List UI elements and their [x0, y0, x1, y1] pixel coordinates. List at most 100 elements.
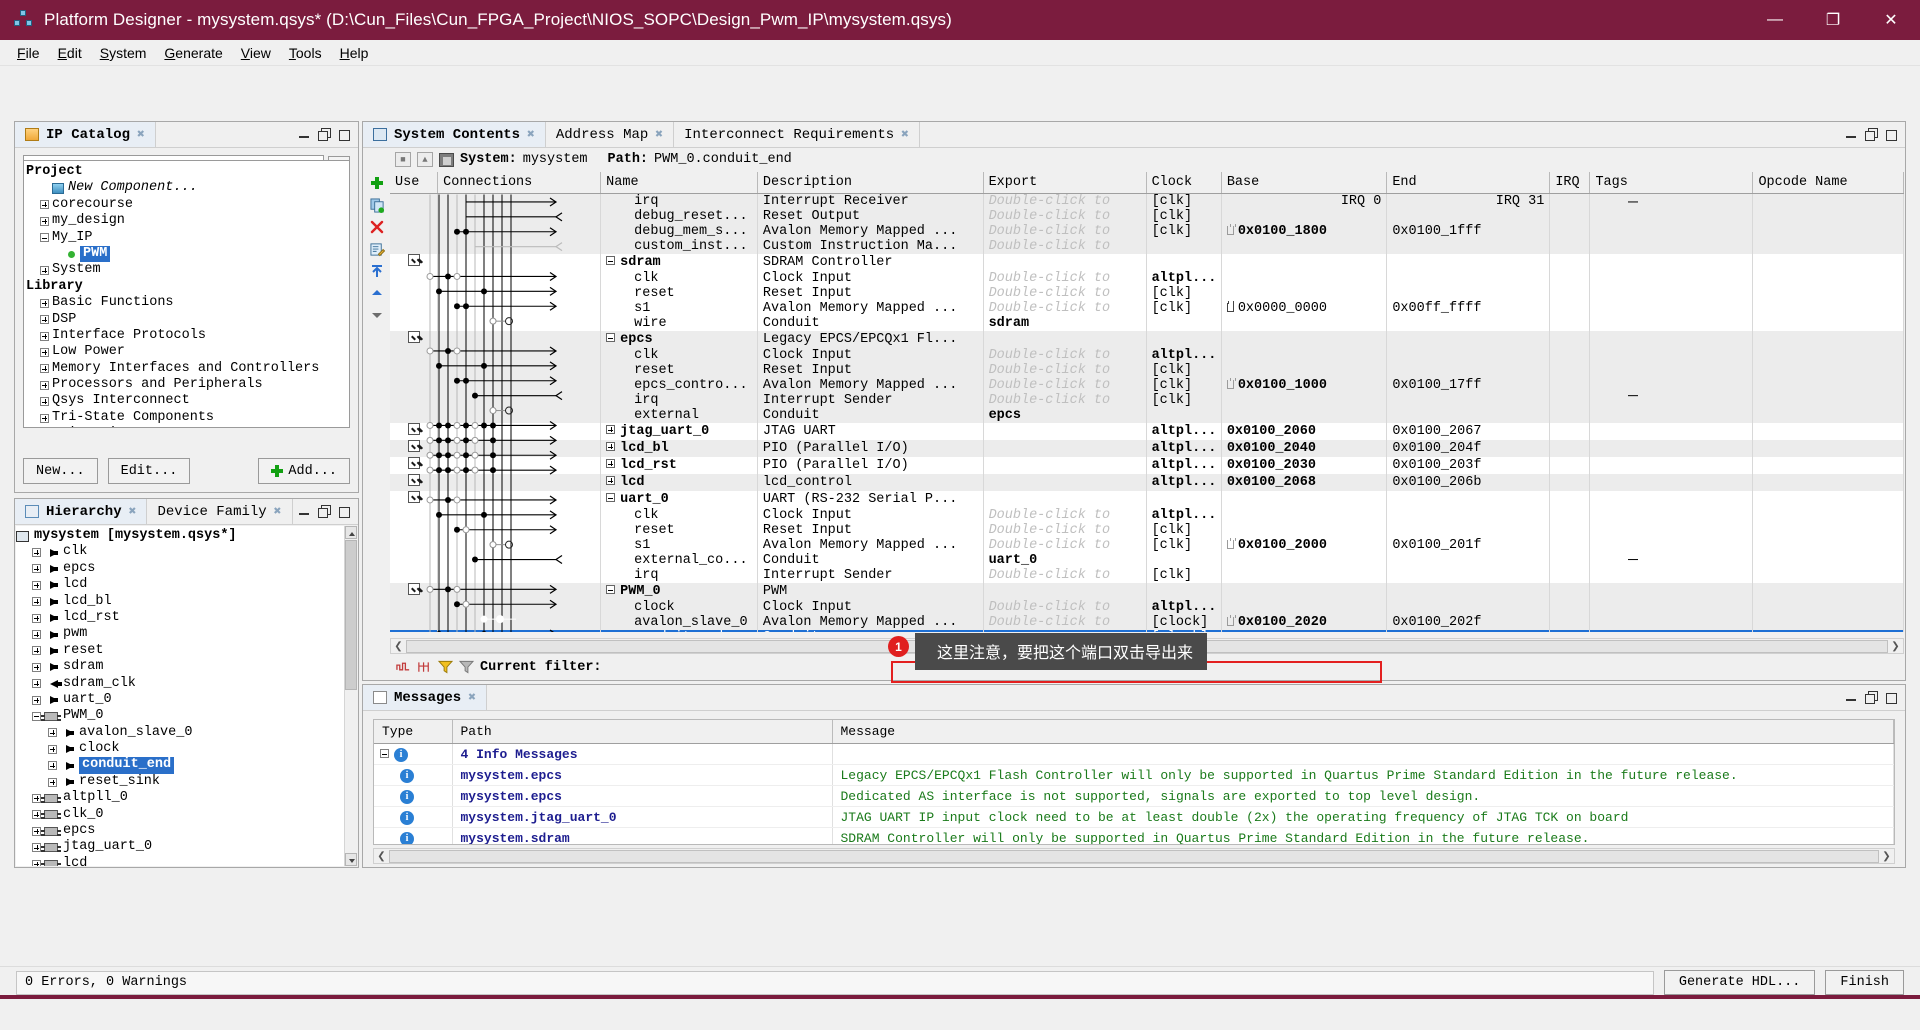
connections-cell[interactable]: [437, 271, 602, 286]
export-cell[interactable]: Double-click to: [983, 615, 1147, 630]
tags-cell[interactable]: [1589, 523, 1754, 538]
hierarchy-vertical-scrollbar[interactable]: [344, 526, 357, 866]
ip-catalog-item-processors-and-peripherals[interactable]: Processors and Peripherals: [26, 377, 347, 393]
connections-cell[interactable]: [437, 239, 602, 254]
irq-cell[interactable]: [1549, 553, 1591, 568]
name-cell[interactable]: lcd_bl: [600, 440, 758, 457]
tags-cell[interactable]: [1589, 348, 1754, 363]
name-cell[interactable]: debug_reset...: [600, 209, 758, 224]
clock-cell[interactable]: altpl...: [1146, 474, 1222, 491]
clock-cell[interactable]: [clk]: [1146, 193, 1222, 209]
tab-device-family[interactable]: Device Family ✖: [147, 499, 293, 524]
hierarchy-item-epcs[interactable]: epcs: [16, 561, 344, 577]
hierarchy-item-jtag-uart-0[interactable]: jtag_uart_0: [16, 839, 344, 855]
irq-cell[interactable]: [1549, 363, 1591, 378]
opcode-name-cell[interactable]: [1752, 474, 1904, 491]
export-cell[interactable]: Double-click to: [983, 193, 1147, 209]
maximize-panel-icon[interactable]: [338, 128, 351, 141]
name-cell[interactable]: epcs: [600, 331, 758, 348]
export-cell[interactable]: sdram: [983, 316, 1147, 331]
tags-cell[interactable]: [1589, 316, 1754, 331]
clock-cell[interactable]: altpl...: [1146, 348, 1222, 363]
scroll-left-icon[interactable]: ❮: [374, 849, 389, 863]
message-row[interactable]: i mysystem.sdram SDRAM Controller will onl…: [374, 827, 1894, 844]
hierarchy-item-mysystem-mysystem-qsys[interactable]: mysystem [mysystem.qsys*]: [16, 528, 344, 544]
irq-cell[interactable]: [1549, 615, 1591, 630]
expand-icon[interactable]: [606, 442, 616, 451]
add-component-icon[interactable]: [364, 172, 390, 194]
message-type-cell[interactable]: i: [374, 827, 453, 844]
use-checkbox[interactable]: [407, 331, 420, 343]
expand-icon[interactable]: [606, 476, 616, 485]
irq-cell[interactable]: [1549, 316, 1591, 331]
column-header-irq[interactable]: IRQ: [1549, 172, 1591, 194]
messages-column-path[interactable]: Path: [452, 720, 833, 744]
use-checkbox[interactable]: [407, 457, 420, 469]
close-icon[interactable]: ✖: [468, 690, 476, 705]
table-row[interactable]: irq Interrupt Sender Double-click to [clk]: [390, 393, 1904, 408]
minimize-panel-icon[interactable]: [298, 505, 311, 518]
restore-panel-icon[interactable]: [1865, 691, 1878, 704]
expand-icon[interactable]: [32, 679, 41, 689]
ip-catalog-item-library[interactable]: Library: [26, 279, 347, 295]
use-checkbox[interactable]: [407, 254, 420, 266]
expand-icon[interactable]: [32, 564, 41, 574]
menu-item-view[interactable]: View: [232, 43, 280, 63]
ip-catalog-item-my-ip[interactable]: My_IP: [26, 230, 347, 246]
tags-cell[interactable]: [1589, 440, 1754, 457]
opcode-name-cell[interactable]: [1752, 491, 1904, 508]
tab-address-map[interactable]: Address Map ✖: [546, 122, 675, 147]
connections-cell[interactable]: [437, 474, 602, 491]
clock-cell[interactable]: altpl...: [1146, 271, 1222, 286]
table-row[interactable]: wire Conduit sdram: [390, 316, 1904, 331]
tags-cell[interactable]: [1589, 423, 1754, 440]
tags-cell[interactable]: [1589, 474, 1754, 491]
use-cell[interactable]: [390, 408, 439, 423]
hierarchy-item-conduit-end[interactable]: conduit_end: [16, 757, 344, 774]
close-icon[interactable]: ✖: [137, 127, 145, 142]
use-cell[interactable]: [390, 254, 439, 271]
remove-component-icon[interactable]: [364, 216, 390, 238]
name-cell[interactable]: uart_0: [600, 491, 758, 508]
collapse-all-button[interactable]: ■: [395, 152, 411, 167]
tags-cell[interactable]: [1589, 209, 1754, 224]
base-cell[interactable]: [1221, 630, 1388, 632]
hierarchy-item-lcd-bl[interactable]: lcd_bl: [16, 594, 344, 610]
clock-cell[interactable]: [clk]: [1146, 568, 1222, 583]
connections-cell[interactable]: [437, 457, 602, 474]
name-cell[interactable]: clk: [600, 348, 758, 363]
edit-component-icon[interactable]: [364, 238, 390, 260]
use-cell[interactable]: [390, 271, 439, 286]
base-cell[interactable]: [1221, 363, 1388, 378]
edit-button[interactable]: Edit...: [107, 458, 191, 484]
ip-catalog-item-project[interactable]: Project: [26, 164, 347, 180]
column-header-clock[interactable]: Clock: [1146, 172, 1222, 194]
filter-icon[interactable]: [437, 660, 454, 674]
opcode-name-cell[interactable]: [1752, 615, 1904, 630]
lock-open-icon[interactable]: [1226, 378, 1236, 389]
use-cell[interactable]: [390, 393, 439, 408]
tags-cell[interactable]: [1589, 630, 1754, 632]
export-cell[interactable]: Double-click to: [983, 523, 1147, 538]
expand-icon[interactable]: [40, 364, 49, 374]
name-cell[interactable]: reset: [600, 363, 758, 378]
column-header-opcode-name[interactable]: Opcode Name: [1752, 172, 1904, 194]
tags-cell[interactable]: [1589, 600, 1754, 615]
connections-cell[interactable]: [437, 224, 602, 239]
ip-catalog-item-memory-interfaces-and-controllers[interactable]: Memory Interfaces and Controllers: [26, 361, 347, 377]
hierarchy-item-avalon-slave-0[interactable]: avalon_slave_0: [16, 725, 344, 741]
message-type-cell[interactable]: i: [374, 806, 453, 828]
use-checkbox[interactable]: [407, 474, 420, 486]
connections-cell[interactable]: [437, 553, 602, 568]
tags-cell[interactable]: [1589, 457, 1754, 474]
column-header-tags[interactable]: Tags: [1589, 172, 1754, 194]
name-cell[interactable]: debug_mem_s...: [600, 224, 758, 239]
connections-cell[interactable]: [437, 630, 602, 632]
hierarchy-item-reset[interactable]: reset: [16, 643, 344, 659]
scrollbar-thumb[interactable]: [389, 849, 1879, 863]
opcode-name-cell[interactable]: [1752, 583, 1904, 600]
clock-cell[interactable]: [clk]: [1146, 209, 1222, 224]
base-cell[interactable]: [1221, 491, 1388, 508]
base-cell[interactable]: [1221, 239, 1388, 254]
tags-cell[interactable]: [1589, 224, 1754, 239]
